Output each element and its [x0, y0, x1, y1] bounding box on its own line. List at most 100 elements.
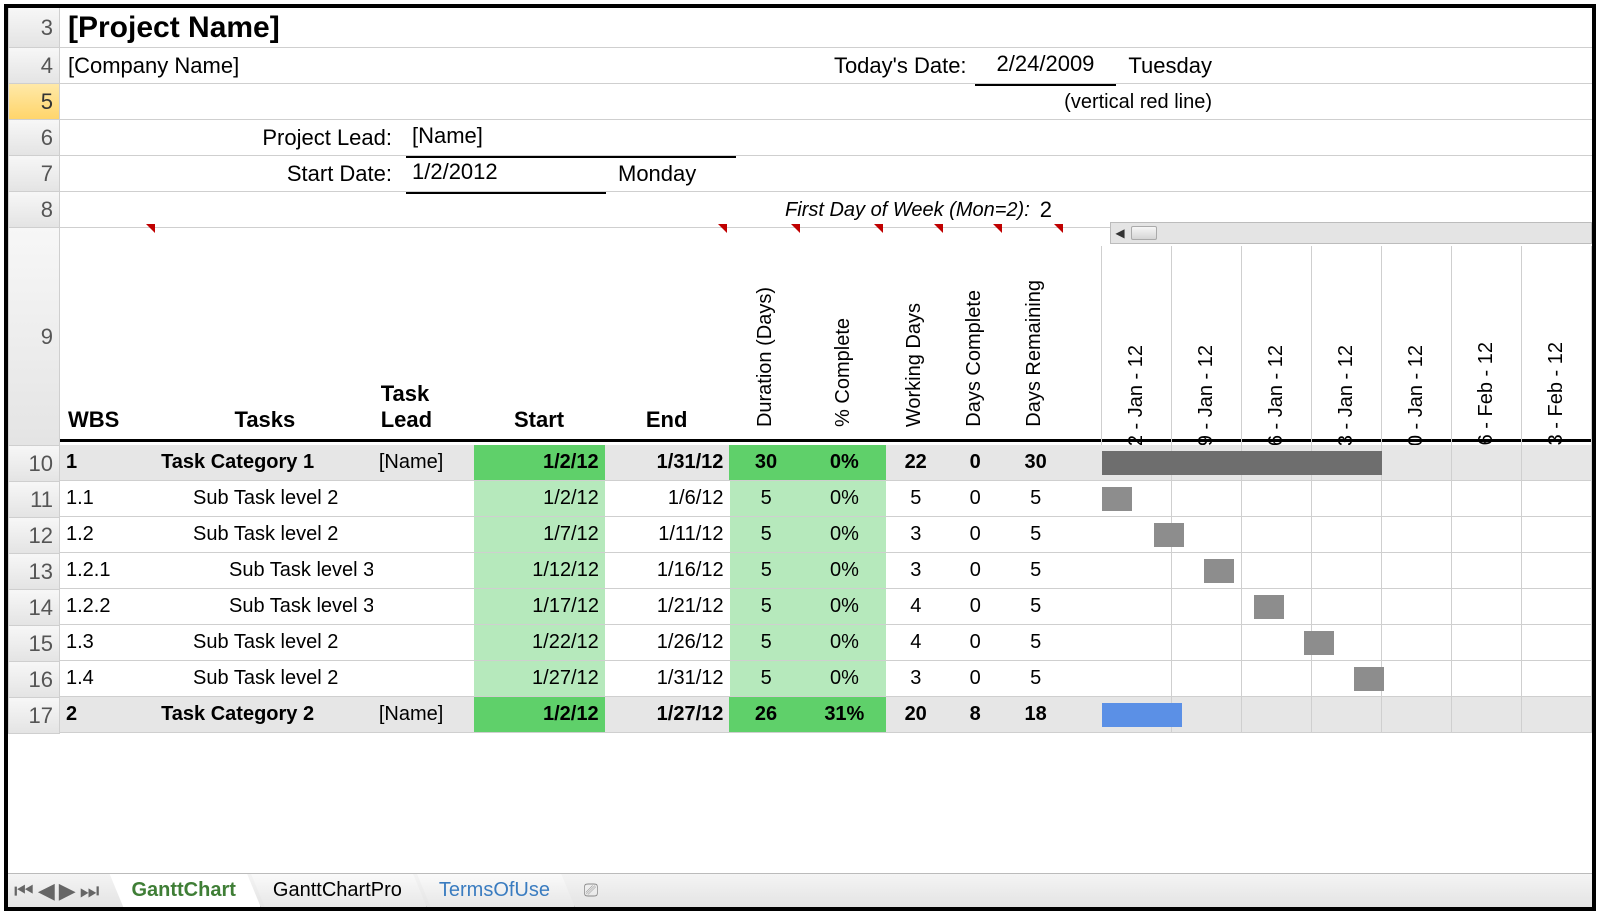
project-title[interactable]: [Project Name] [68, 8, 280, 48]
col-task-lead[interactable]: TaskLead [373, 224, 474, 439]
cell-start[interactable]: 1/2/12 [474, 445, 605, 480]
cell-task[interactable]: Sub Task level 2 [157, 625, 373, 660]
tab-termsofuse[interactable]: TermsOfUse [417, 874, 575, 908]
row-header[interactable]: 10 [8, 446, 60, 482]
cell-duration[interactable]: 5 [730, 481, 803, 516]
cell-end[interactable]: 1/21/12 [605, 589, 730, 624]
table-row[interactable]: 1Task Category 1[Name]1/2/121/31/12300%2… [60, 445, 1592, 481]
table-row[interactable]: 1.4Sub Task level 21/27/121/31/1250%305 [60, 661, 1592, 697]
fdow-value[interactable]: 2 [1040, 192, 1052, 228]
cell-end[interactable]: 1/27/12 [605, 697, 730, 732]
cell-task[interactable]: Sub Task level 2 [157, 661, 373, 696]
cell-end[interactable]: 1/11/12 [605, 517, 730, 552]
cell-wbs[interactable]: 1.3 [60, 625, 157, 660]
row-header[interactable]: 4 [8, 48, 60, 84]
cell-wbs[interactable]: 1.4 [60, 661, 157, 696]
cell-end[interactable]: 1/6/12 [605, 481, 730, 516]
cell-days-complete[interactable]: 0 [946, 589, 1005, 624]
cell-pct[interactable]: 0% [803, 481, 886, 516]
cell-start[interactable]: 1/27/12 [474, 661, 605, 696]
row-header[interactable]: 5 [8, 84, 60, 120]
cell-task[interactable]: Task Category 2 [157, 697, 373, 732]
row-header[interactable]: 9 [8, 228, 60, 446]
cell-pct[interactable]: 0% [803, 553, 886, 588]
cell-duration[interactable]: 26 [729, 697, 802, 732]
cell-duration[interactable]: 5 [730, 625, 803, 660]
nav-first-icon[interactable]: ⏮ [14, 878, 34, 904]
cell-lead[interactable] [373, 589, 474, 624]
cell-lead[interactable] [373, 517, 474, 552]
row-header[interactable]: 17 [8, 698, 60, 734]
cell-days-remaining[interactable]: 30 [1005, 445, 1066, 480]
cell-days-complete[interactable]: 0 [945, 625, 1004, 660]
cell-pct[interactable]: 0% [803, 661, 886, 696]
col-start[interactable]: Start [474, 224, 605, 439]
today-date-value[interactable]: 2/24/2009 [975, 46, 1117, 86]
nav-last-icon[interactable]: ⏭ [80, 878, 100, 904]
table-row[interactable]: 1.1Sub Task level 21/2/121/6/1250%505 [60, 481, 1592, 517]
col-days-complete[interactable]: Days Complete [945, 224, 1004, 439]
cell-days-remaining[interactable]: 5 [1005, 625, 1066, 660]
cell-days-remaining[interactable]: 5 [1005, 553, 1066, 588]
cell-lead[interactable]: [Name] [373, 697, 474, 732]
cell-working-days[interactable]: 22 [886, 445, 945, 480]
cell-lead[interactable] [373, 481, 474, 516]
cell-duration[interactable]: 5 [730, 661, 803, 696]
cell-wbs[interactable]: 1.2 [60, 517, 157, 552]
cell-days-complete[interactable]: 0 [946, 553, 1005, 588]
cell-pct[interactable]: 0% [803, 517, 886, 552]
cell-pct[interactable]: 0% [803, 625, 886, 660]
cell-days-remaining[interactable]: 5 [1005, 517, 1066, 552]
cell-end[interactable]: 1/26/12 [605, 625, 730, 660]
row-header[interactable]: 11 [8, 482, 60, 518]
cell-start[interactable]: 1/7/12 [474, 517, 605, 552]
cell-end[interactable]: 1/16/12 [605, 553, 730, 588]
row-header[interactable]: 13 [8, 554, 60, 590]
col-wbs[interactable]: WBS [60, 224, 157, 439]
cell-lead[interactable] [373, 661, 474, 696]
cell-working-days[interactable]: 4 [886, 625, 945, 660]
cell-working-days[interactable]: 3 [886, 517, 945, 552]
cell-end[interactable]: 1/31/12 [605, 445, 730, 480]
col-tasks[interactable]: Tasks [157, 224, 373, 439]
row-header[interactable]: 3 [8, 8, 60, 48]
cell-duration[interactable]: 5 [730, 553, 803, 588]
row-header[interactable]: 6 [8, 120, 60, 156]
cell-lead[interactable]: [Name] [373, 445, 474, 480]
tab-ganttchartpro[interactable]: GanttChartPro [251, 874, 427, 908]
start-date-value[interactable]: 1/2/2012 [406, 154, 606, 194]
cell-wbs[interactable]: 2 [60, 697, 157, 732]
row-header[interactable]: 15 [8, 626, 60, 662]
cell-days-complete[interactable]: 8 [945, 697, 1004, 732]
cell-pct[interactable]: 0% [803, 445, 886, 480]
cell-working-days[interactable]: 5 [886, 481, 945, 516]
cell-pct[interactable]: 31% [803, 697, 886, 732]
cell-wbs[interactable]: 1.1 [60, 481, 157, 516]
cell-days-complete[interactable]: 0 [945, 445, 1004, 480]
cell-duration[interactable]: 5 [730, 589, 803, 624]
cell-pct[interactable]: 0% [803, 589, 886, 624]
row-header[interactable]: 14 [8, 590, 60, 626]
cell-start[interactable]: 1/12/12 [474, 553, 605, 588]
row-header[interactable]: 12 [8, 518, 60, 554]
cell-working-days[interactable]: 4 [886, 589, 945, 624]
company-name[interactable]: [Company Name] [68, 48, 239, 84]
table-row[interactable]: 1.2.2Sub Task level 31/17/121/21/1250%40… [60, 589, 1592, 625]
cell-days-remaining[interactable]: 5 [1005, 481, 1066, 516]
cell-task[interactable]: Sub Task level 2 [157, 517, 373, 552]
cell-start[interactable]: 1/22/12 [474, 625, 605, 660]
cell-lead[interactable] [373, 625, 474, 660]
cell-days-complete[interactable]: 0 [945, 517, 1004, 552]
col-working-days[interactable]: Working Days [885, 224, 944, 439]
col-duration[interactable]: Duration (Days) [729, 224, 802, 439]
col-end[interactable]: End [604, 224, 729, 439]
cell-task[interactable]: Sub Task level 3 [157, 589, 373, 624]
cell-days-complete[interactable]: 0 [945, 661, 1004, 696]
table-row[interactable]: 1.2Sub Task level 21/7/121/11/1250%305 [60, 517, 1592, 553]
table-row[interactable]: 1.3Sub Task level 21/22/121/26/1250%405 [60, 625, 1592, 661]
cell-duration[interactable]: 30 [729, 445, 802, 480]
row-header[interactable]: 8 [8, 192, 60, 228]
col-days-remaining[interactable]: Days Remaining [1004, 224, 1065, 439]
cell-working-days[interactable]: 3 [886, 661, 945, 696]
tab-ganttchart[interactable]: GanttChart [109, 874, 260, 908]
